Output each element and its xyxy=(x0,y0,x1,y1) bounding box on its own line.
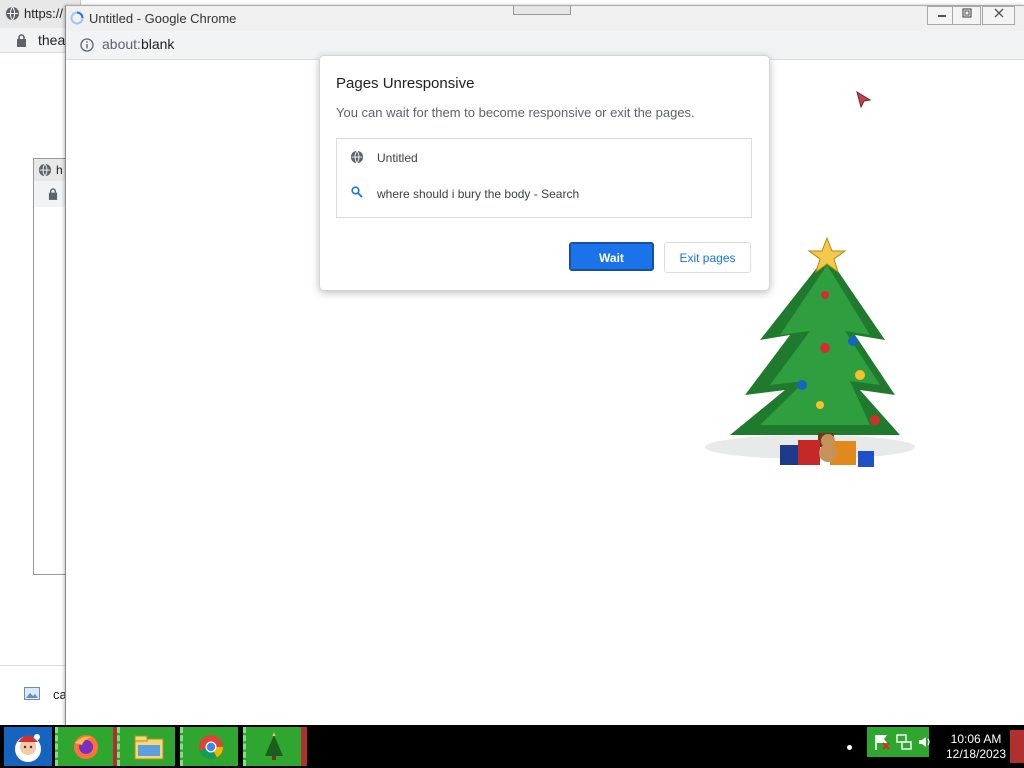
globe-icon xyxy=(350,150,364,164)
maximize-button[interactable] xyxy=(952,6,981,25)
url-scheme: about: xyxy=(102,36,141,52)
minimize-icon xyxy=(937,15,946,17)
volume-icon[interactable] xyxy=(917,734,933,750)
url-path: blank xyxy=(140,36,175,52)
mouse-cursor-icon xyxy=(856,90,872,109)
show-desktop-button[interactable] xyxy=(1010,730,1024,763)
network-icon[interactable] xyxy=(895,733,913,751)
chrome-icon xyxy=(199,735,223,760)
taskbar-app-chrome[interactable] xyxy=(180,727,238,766)
start-button[interactable] xyxy=(4,727,52,766)
taskbar-clock[interactable]: 10:06 AM 12/18/2023 xyxy=(944,732,1008,762)
dialog-title: Pages Unresponsive xyxy=(336,75,475,92)
close-button[interactable] xyxy=(982,6,1015,25)
background-url-text: thea xyxy=(38,32,66,48)
background-window-2-tab-title: h xyxy=(56,163,63,177)
lock-icon xyxy=(17,34,26,47)
page-title: Untitled xyxy=(377,151,418,165)
taskbar-app-file-explorer[interactable] xyxy=(117,727,175,766)
taskbar: 10:06 AM 12/18/2023 xyxy=(0,725,1024,768)
system-tray xyxy=(867,727,930,757)
unresponsive-pages-list: Untitled where should i bury the body - … xyxy=(336,138,752,218)
window-title: Untitled - Google Chrome xyxy=(89,11,237,26)
christmas-tree-icon xyxy=(265,732,283,760)
globe-icon xyxy=(5,6,20,21)
background-tab-title: https:// xyxy=(24,6,64,21)
window-grab-handle[interactable] xyxy=(513,6,571,15)
globe-icon xyxy=(38,163,52,177)
santa-icon xyxy=(15,734,41,762)
lock-icon xyxy=(48,188,58,200)
firefox-icon xyxy=(74,735,98,759)
close-icon xyxy=(994,8,1003,18)
restore-icon xyxy=(961,8,972,18)
taskbar-app-christmas-tree[interactable] xyxy=(243,727,307,766)
list-item: where should i bury the body - Search xyxy=(337,179,751,209)
image-file-icon xyxy=(24,687,40,700)
taskbar-edge xyxy=(301,727,307,766)
dialog-subtitle: You can wait for them to become responsi… xyxy=(336,105,695,120)
loading-spinner-icon xyxy=(70,11,84,25)
url-text[interactable]: about:blank xyxy=(102,36,174,52)
clock-time: 10:06 AM xyxy=(950,732,1002,746)
action-center-flag-icon[interactable] xyxy=(873,733,891,751)
pages-unresponsive-dialog: Pages Unresponsive You can wait for them… xyxy=(319,55,770,291)
info-icon[interactable] xyxy=(80,38,94,52)
wait-button[interactable]: Wait xyxy=(569,242,654,271)
taskbar-app-firefox[interactable] xyxy=(55,727,119,766)
clock-date: 12/18/2023 xyxy=(945,747,1007,761)
page-title: where should i bury the body - Search xyxy=(377,187,580,201)
notification-dot-icon xyxy=(847,745,852,750)
list-item: Untitled xyxy=(337,143,751,173)
main-window-titlebar[interactable]: Untitled - Google Chrome xyxy=(66,6,1024,31)
file-explorer-icon xyxy=(134,735,164,760)
search-icon xyxy=(351,186,363,198)
exit-pages-button[interactable]: Exit pages xyxy=(664,242,751,273)
